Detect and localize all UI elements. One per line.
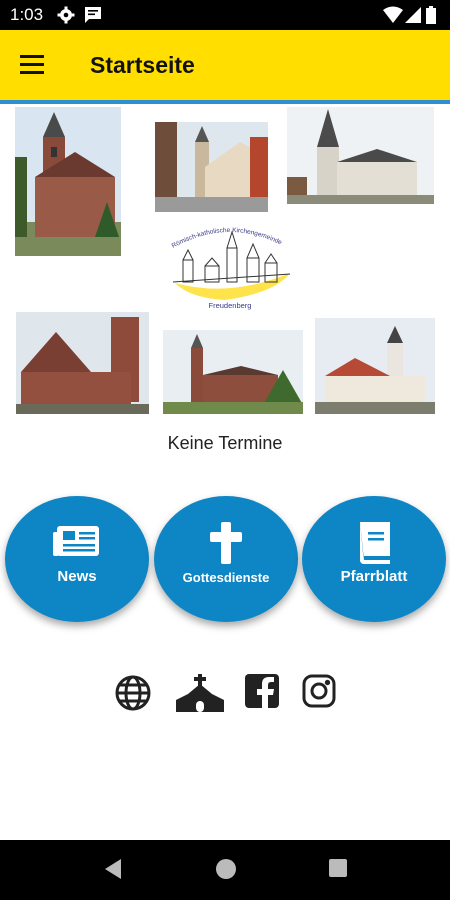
status-time: 1:03 [10,5,44,24]
instagram-icon[interactable] [302,674,336,712]
gottesdienste-button-label: Gottesdienste [182,570,270,585]
book-icon [302,522,446,569]
recents-icon[interactable] [328,858,348,883]
church-photo-6 [315,318,435,414]
back-icon[interactable] [103,858,123,885]
hamburger-menu-icon[interactable] [20,52,50,78]
status-bar: 1:03 [0,0,450,30]
message-icon [84,6,102,29]
signal-icon [405,6,421,29]
gottesdienste-button[interactable]: Gottesdienste [154,496,298,622]
facebook-icon[interactable] [245,674,279,712]
church-photo-2 [155,122,268,212]
news-button[interactable]: News [5,496,149,622]
home-icon[interactable] [215,858,237,885]
pfarrblatt-button-label: Pfarrblatt [340,568,408,585]
cross-icon [154,522,298,569]
no-events-text: Keine Termine [167,433,283,453]
church-icon[interactable] [176,674,224,712]
church-photo-3 [287,107,434,204]
battery-icon [426,6,436,29]
newspaper-icon [5,524,149,563]
page-title: Startseite [90,52,195,78]
app-bar: Startseite [0,30,450,104]
logo-town-text: Freudenberg [209,301,252,310]
logo-arc-text: Römisch-katholische Kirchengemeinde [171,227,284,250]
svg-text:Römisch-katholische Kirchengem: Römisch-katholische Kirchengemeinde [171,227,284,250]
church-photo-4 [16,312,149,414]
news-button-label: News [57,568,97,585]
wifi-icon [383,6,403,29]
globe-icon[interactable] [114,674,152,712]
pfarrblatt-button[interactable]: Pfarrblatt [302,496,446,622]
parish-logo: Römisch-katholische Kirchengemeinde Freu… [165,218,295,310]
church-photo-1 [15,107,121,256]
settings-gear-icon [57,6,75,29]
church-photo-5 [163,330,303,414]
system-navigation-bar [0,840,450,900]
app-bar-accent-line [0,100,450,104]
